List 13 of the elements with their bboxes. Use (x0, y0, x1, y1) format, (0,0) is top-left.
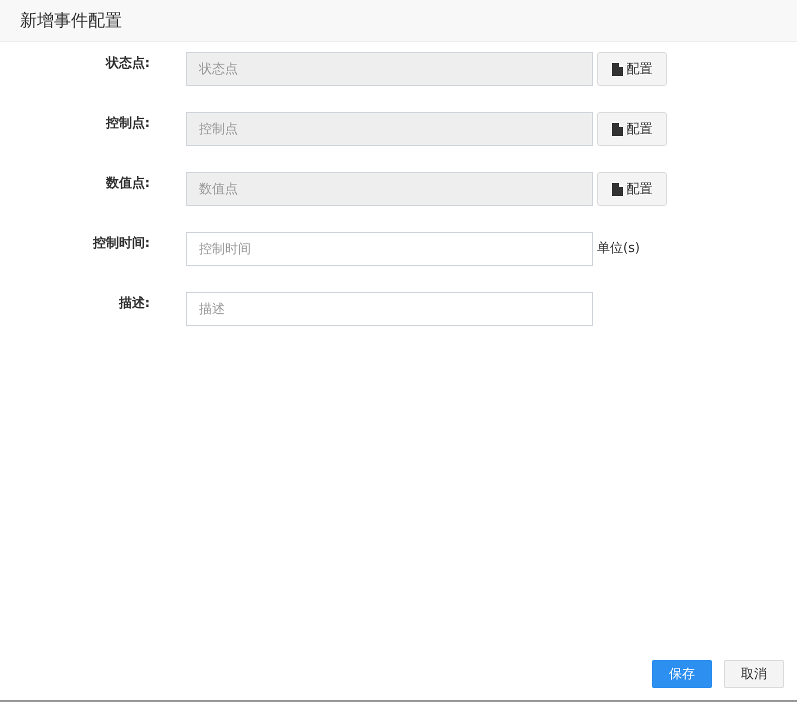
file-icon (612, 182, 622, 196)
file-icon (612, 122, 622, 136)
field-label: 描述: (118, 295, 150, 312)
field-label: 数值点: (104, 175, 150, 192)
unit-label: 单位(s) (597, 240, 640, 258)
dialog-title: 新增事件配置 (20, 10, 122, 32)
file-icon (612, 62, 622, 76)
cancel-button[interactable]: 取消 (724, 660, 784, 688)
field-label: 控制时间: (92, 235, 150, 252)
field-label: 控制点: (104, 115, 150, 132)
input-field[interactable]: 控制时间 (186, 232, 593, 266)
field-label: 状态点: (104, 55, 150, 72)
input-field[interactable]: 描述 (186, 292, 593, 326)
